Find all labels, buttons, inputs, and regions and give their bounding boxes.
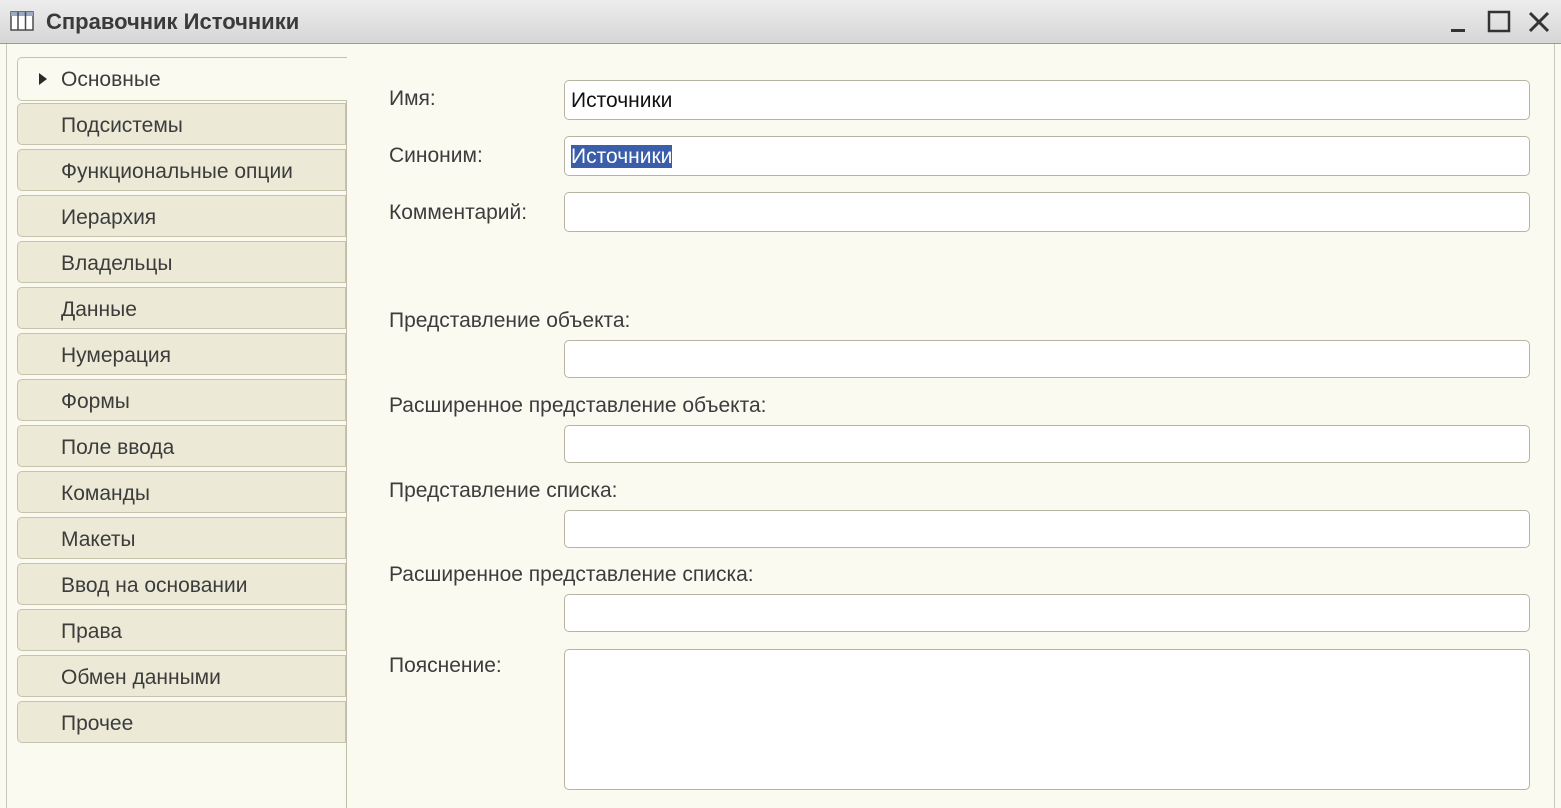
comment-field[interactable]: [564, 192, 1530, 232]
tab-label: Основные: [61, 68, 161, 91]
comment-label: Комментарий:: [389, 201, 528, 224]
object-presentation-field[interactable]: [564, 340, 1530, 378]
synonym-field[interactable]: Источники: [564, 136, 1530, 176]
minimize-icon[interactable]: [1445, 8, 1473, 36]
list-presentation-field[interactable]: [564, 510, 1530, 548]
tab-label: Права: [61, 620, 123, 643]
list-presentation-label: Представление списка:: [389, 479, 618, 502]
tab-label: Поле ввода: [61, 436, 175, 459]
extended-list-presentation-label: Расширенное представление списка:: [389, 563, 754, 586]
current-tab-arrow-icon: [39, 73, 47, 85]
synonym-label: Синоним:: [389, 144, 483, 167]
tab-subsystems[interactable]: Подсистемы: [17, 103, 346, 145]
maximize-icon[interactable]: [1485, 8, 1513, 36]
tab-data[interactable]: Данные: [17, 287, 346, 329]
tab-numbering[interactable]: Нумерация: [17, 333, 346, 375]
tab-data-exchange[interactable]: Обмен данными: [17, 655, 346, 697]
window-titlebar: Справочник Источники: [0, 0, 1561, 44]
tab-label: Данные: [61, 298, 137, 321]
name-field[interactable]: Источники: [564, 80, 1530, 120]
extended-object-presentation-field[interactable]: [564, 425, 1530, 463]
tab-rights[interactable]: Права: [17, 609, 346, 651]
tab-label: Ввод на основании: [61, 574, 248, 597]
table-icon: [10, 11, 34, 31]
tab-label: Обмен данными: [61, 666, 221, 689]
explanation-label: Пояснение:: [389, 654, 502, 677]
tab-label: Нумерация: [61, 344, 172, 367]
tab-forms[interactable]: Формы: [17, 379, 346, 421]
tab-main[interactable]: Основные: [17, 57, 347, 101]
tab-label: Подсистемы: [61, 114, 183, 137]
name-value: Источники: [571, 89, 673, 112]
tab-other[interactable]: Прочее: [17, 701, 346, 743]
section-tabs: Основные Подсистемы Функциональные опции…: [17, 57, 347, 808]
tab-label: Прочее: [61, 712, 134, 735]
tab-templates[interactable]: Макеты: [17, 517, 346, 559]
tab-label: Функциональные опции: [61, 160, 293, 183]
tab-label: Команды: [61, 482, 150, 505]
tab-label: Иерархия: [61, 206, 157, 229]
tab-commands[interactable]: Команды: [17, 471, 346, 513]
window-title: Справочник Источники: [46, 9, 300, 34]
extended-list-presentation-field[interactable]: [564, 594, 1530, 632]
tab-hierarchy[interactable]: Иерархия: [17, 195, 346, 237]
tab-label: Владельцы: [61, 252, 173, 275]
tab-input-field[interactable]: Поле ввода: [17, 425, 346, 467]
tab-label: Макеты: [61, 528, 136, 551]
object-presentation-label: Представление объекта:: [389, 309, 631, 332]
name-label: Имя:: [389, 87, 436, 110]
close-icon[interactable]: [1525, 8, 1553, 36]
tab-label: Формы: [61, 390, 130, 413]
tab-owners[interactable]: Владельцы: [17, 241, 346, 283]
extended-object-presentation-label: Расширенное представление объекта:: [389, 394, 767, 417]
tab-functional-options[interactable]: Функциональные опции: [17, 149, 346, 191]
explanation-textarea[interactable]: [564, 649, 1530, 790]
tab-input-by-basis[interactable]: Ввод на основании: [17, 563, 346, 605]
synonym-value: Источники: [571, 145, 673, 168]
